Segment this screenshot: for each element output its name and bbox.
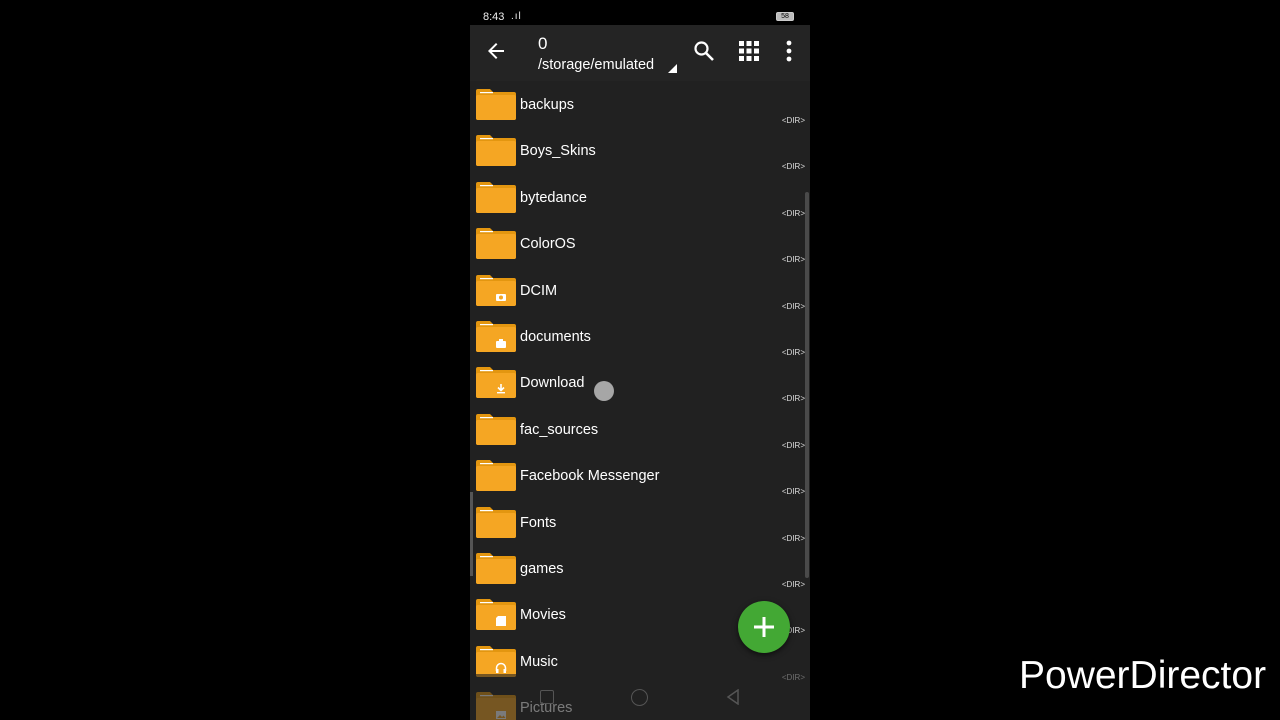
folder-icon <box>476 228 516 260</box>
folder-name: documents <box>520 329 591 345</box>
folder-icon <box>476 553 516 584</box>
signal-icon: .ıl <box>511 11 522 22</box>
folder-icon <box>476 89 516 120</box>
folder-name: bytedance <box>520 189 587 206</box>
dir-label: <DIR> <box>781 255 805 265</box>
scrollbar[interactable] <box>805 192 809 578</box>
phone-screen: 8:43 .ıl 58 0 /storage/emulated backups <… <box>470 0 810 720</box>
plus-icon <box>754 617 774 637</box>
folder-icon <box>476 135 516 167</box>
dir-label: <DIR> <box>781 394 805 404</box>
add-button[interactable] <box>738 601 790 653</box>
status-bar: 8:43 .ıl 58 <box>470 0 810 25</box>
dir-label: <DIR> <box>781 348 805 357</box>
folder-name: Boys_Skins <box>520 143 596 160</box>
grid-view-icon[interactable] <box>738 40 760 62</box>
list-item[interactable]: Boys_Skins <DIR> <box>470 127 810 173</box>
dir-label: <DIR> <box>781 440 805 450</box>
dir-label: <DIR> <box>781 162 805 172</box>
folder-name: ColorOS <box>520 236 576 253</box>
status-time: 8:43 <box>483 11 505 23</box>
folder-icon <box>476 413 516 445</box>
folder-icon <box>476 367 516 399</box>
system-nav-bar <box>470 674 810 720</box>
folder-name: games <box>520 561 564 577</box>
toolbar: 0 /storage/emulated <box>470 25 810 81</box>
dir-label: <DIR> <box>781 580 805 589</box>
list-item[interactable]: bytedance <DIR> <box>470 174 810 220</box>
folder-name: Facebook Messenger <box>520 468 660 485</box>
more-options-icon[interactable] <box>779 39 799 63</box>
folder-icon <box>476 599 516 631</box>
recents-icon[interactable] <box>540 690 554 704</box>
folder-name: backups <box>520 97 575 113</box>
path-dropdown[interactable]: /storage/emulated <box>538 57 654 73</box>
list-item[interactable]: Facebook Messenger <DIR> <box>470 452 810 498</box>
dir-label: <DIR> <box>781 116 805 125</box>
list-item[interactable]: games <DIR> <box>470 545 810 591</box>
dropdown-triangle-icon[interactable] <box>668 64 677 73</box>
dir-label: <DIR> <box>781 487 805 497</box>
folder-name: Fonts <box>520 514 557 531</box>
folder-icon <box>476 506 516 538</box>
folder-icon <box>476 645 516 677</box>
folder-icon <box>476 321 516 352</box>
folder-icon <box>476 460 516 492</box>
folder-name: Movies <box>520 607 566 624</box>
dir-label: <DIR> <box>781 533 805 543</box>
dir-label: <DIR> <box>781 208 805 218</box>
home-icon[interactable] <box>631 689 648 706</box>
folder-name: fac_sources <box>520 421 599 438</box>
watermark-text: PowerDirector <box>1019 654 1267 697</box>
dir-label: <DIR> <box>781 301 805 311</box>
folder-name: Download <box>520 375 585 392</box>
folder-icon <box>476 181 516 213</box>
toolbar-title: 0 <box>538 34 548 53</box>
list-item[interactable]: ColorOS <DIR> <box>470 220 810 266</box>
back-arrow-icon[interactable] <box>484 39 508 63</box>
edge-handle <box>470 492 473 576</box>
list-item[interactable]: Fonts <DIR> <box>470 499 810 545</box>
list-item[interactable]: Download <DIR> <box>470 359 810 405</box>
battery-icon: 58 <box>776 12 794 21</box>
list-item[interactable]: DCIM <DIR> <box>470 267 810 313</box>
list-item[interactable]: fac_sources <DIR> <box>470 406 810 452</box>
nav-back-icon[interactable] <box>726 689 740 705</box>
touch-indicator <box>594 381 614 401</box>
folder-icon <box>476 274 516 306</box>
folder-name: Music <box>520 653 558 670</box>
folder-name: DCIM <box>520 282 558 299</box>
list-item[interactable]: backups <DIR> <box>470 81 810 127</box>
search-icon[interactable] <box>692 39 716 63</box>
list-item[interactable]: documents <DIR> <box>470 313 810 359</box>
